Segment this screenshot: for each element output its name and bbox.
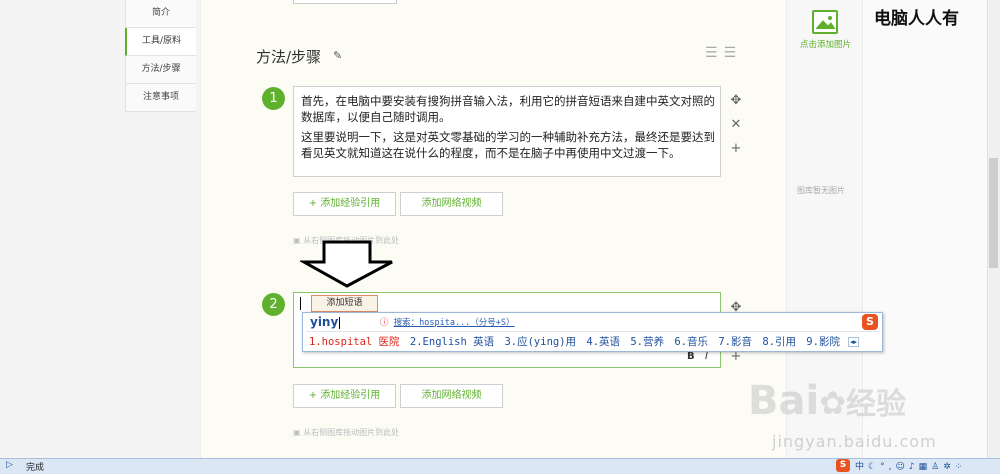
ime-composition: yiny — [310, 315, 341, 329]
italic-icon[interactable]: I — [705, 351, 708, 362]
grid-icon[interactable]: ⁘ — [955, 462, 967, 472]
add-reference-button[interactable]: + 添加经验引用 — [293, 192, 396, 216]
keyboard-icon[interactable]: ▦ — [919, 462, 932, 472]
ime-candidate-9[interactable]: 9.影院 — [806, 336, 840, 348]
status-text: 完成 — [26, 463, 45, 473]
add-reference-button-2[interactable]: + 添加经验引用 — [293, 384, 396, 408]
numbered-list-icon[interactable]: ☰ — [705, 45, 724, 61]
ime-search-text: 搜索：hospita...（分号+S） — [393, 318, 515, 328]
top-button-edge[interactable] — [293, 0, 397, 4]
ime-candidate-3[interactable]: 3.应(ying)用 — [504, 336, 576, 348]
picture-icon — [815, 16, 836, 30]
baidu-logo-text: Bai — [748, 378, 820, 424]
add-video-button[interactable]: 添加网络视频 — [400, 192, 503, 216]
add-image-label[interactable]: 点击添加图片 — [800, 38, 851, 50]
nav-item-tools[interactable]: 工具/原料 — [125, 28, 196, 56]
ime-candidate-8[interactable]: 8.引用 — [762, 336, 796, 348]
move-icon[interactable]: ✥ — [729, 93, 743, 108]
nav-item-steps[interactable]: 方法/步骤 — [125, 56, 196, 84]
step-number-2: 2 — [262, 293, 285, 316]
ime-candidate-2[interactable]: 2.English 英语 — [410, 336, 494, 348]
sogou-tray-icon[interactable]: S — [836, 459, 850, 472]
emoji-icon[interactable]: ☺ — [895, 462, 908, 472]
ime-toolbar[interactable]: 中☾°,☺♪▦♙✲⁘ — [855, 459, 966, 472]
down-arrow-annotation — [300, 240, 393, 288]
gallery-empty-text: 图库暂无图片 — [797, 186, 845, 195]
sogou-logo-icon: S — [862, 314, 878, 330]
step-number-1: 1 — [262, 87, 285, 110]
step-1-text[interactable]: 首先，在电脑中要安装有搜狗拼音输入法，利用它的拼音短语来自建中英文对照的数据库，… — [301, 93, 716, 165]
nav-item-notes[interactable]: 注意事项 — [125, 84, 196, 112]
user-icon[interactable]: ♙ — [931, 462, 943, 472]
baidu-jingyan-text: 经验 — [846, 387, 907, 422]
ime-divider — [306, 331, 880, 332]
baidu-watermark: Bai✿经验 — [748, 378, 906, 424]
nav-item-intro[interactable]: 简介 — [125, 0, 196, 28]
moon-icon[interactable]: ☾ — [868, 462, 880, 472]
step-1-para-1: 首先，在电脑中要安装有搜狗拼音输入法，利用它的拼音短语来自建中英文对照的数据库，… — [301, 94, 715, 124]
step-1-para-2: 这里要说明一下，这是对英文零基础的学习的一种辅助补充方法，最终还是要达到看见英文… — [301, 130, 715, 160]
ime-candidate-1[interactable]: 1.hospital 医院 — [309, 336, 400, 348]
image-icon-2: ▣ — [293, 428, 304, 437]
add-phrase-button[interactable]: 添加短语 — [311, 295, 378, 312]
ime-candidate-5[interactable]: 5.营养 — [630, 336, 664, 348]
mic-icon[interactable]: ♪ — [909, 462, 919, 472]
add-video-button-2[interactable]: 添加网络视频 — [400, 384, 503, 408]
punct-icon[interactable]: °, — [880, 462, 895, 472]
ime-code-text: yiny — [310, 315, 339, 329]
status-icon: ▷ — [6, 460, 13, 470]
chinese-mode-icon[interactable]: 中 — [855, 462, 868, 472]
ime-candidates: 1.hospital 医院 2.English 英语 3.应(ying)用 4.… — [309, 334, 840, 349]
watermark-text: 电脑人人有 — [874, 9, 959, 29]
scrollbar-thumb[interactable] — [989, 158, 998, 268]
settings-icon[interactable]: ✲ — [943, 462, 955, 472]
status-bar — [0, 458, 1000, 474]
ime-caret — [339, 316, 341, 329]
paw-icon: ✿ — [819, 384, 847, 422]
bullet-list-icon[interactable]: ☰ — [724, 45, 743, 61]
drop-hint-text-2: 从右侧图库拖动图片到此处 — [303, 428, 400, 437]
section-title: 方法/步骤 — [256, 48, 322, 66]
ime-candidate-6[interactable]: 6.音乐 — [674, 336, 708, 348]
ime-page-arrows-icon[interactable]: ◂▸ — [848, 337, 859, 347]
baidu-url-watermark: jingyan.baidu.com — [772, 432, 937, 451]
bold-icon[interactable]: B — [687, 351, 695, 362]
ime-search-hint[interactable]: ⓘ 搜索：hospita...（分号+S） — [380, 316, 515, 328]
section-nav: 简介 工具/原料 方法/步骤 注意事项 — [125, 0, 196, 112]
close-icon[interactable]: ✕ — [729, 117, 743, 132]
ime-candidate-7[interactable]: 7.影音 — [718, 336, 752, 348]
list-format-icons[interactable]: ☰☰ — [705, 45, 742, 61]
drop-image-hint-2: ▣ 从右侧图库拖动图片到此处 — [293, 427, 399, 438]
ime-candidate-4[interactable]: 4.英语 — [586, 336, 620, 348]
add-icon[interactable]: + — [729, 141, 743, 156]
pencil-icon[interactable]: ✎ — [333, 49, 345, 62]
text-cursor — [300, 297, 301, 310]
add-image-icon[interactable] — [812, 10, 838, 34]
info-icon: ⓘ — [380, 318, 394, 328]
